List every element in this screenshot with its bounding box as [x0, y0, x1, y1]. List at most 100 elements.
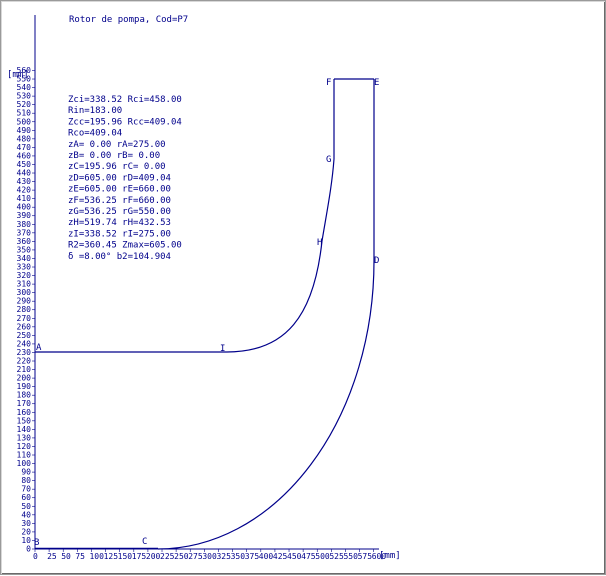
y-tick-label: 390: [17, 211, 32, 220]
y-tick-label: 150: [17, 416, 32, 425]
parameter-line: Zcc=195.96 Rcc=409.04: [68, 117, 182, 127]
y-tick-label: 420: [17, 186, 32, 195]
y-tick-labels: 0102030405060708090100110120130140150160…: [17, 66, 35, 554]
point-label-a: A: [36, 343, 42, 353]
point-label-d: D: [374, 256, 379, 266]
y-tick-label: 200: [17, 374, 32, 383]
x-tick-labels: 0 25 50 75 100 125 150 175 200 225 250 275 300 325 350…: [33, 549, 386, 561]
x-tick-label: 550: [343, 552, 358, 561]
x-tick-label: 525: [329, 552, 344, 561]
y-tick-label: 90: [21, 468, 31, 477]
y-tick-label: 310: [17, 280, 32, 289]
y-tick-label: 170: [17, 399, 32, 408]
x-tick-label: 0: [33, 552, 38, 561]
parameter-line: zA= 0.00 rA=275.00: [68, 140, 166, 150]
point-label-c: C: [142, 537, 147, 547]
y-tick-label: 320: [17, 271, 32, 280]
x-tick-label: 450: [287, 552, 302, 561]
x-tick-label: 400: [259, 552, 274, 561]
y-tick-label: 500: [17, 117, 32, 126]
y-tick-label: 160: [17, 408, 32, 417]
parameter-line: zI=338.52 rI=275.00: [68, 229, 171, 239]
y-tick-label: 470: [17, 143, 32, 152]
x-tick-label: 225: [160, 552, 175, 561]
rotor-drawing-canvas: Rotor de pompa, Cod=P7 [mm] [mm] 0102030…: [7, 15, 401, 561]
parameter-line: Zci=338.52 Rci=458.00: [68, 95, 182, 105]
y-tick-label: 230: [17, 348, 32, 357]
x-tick-label: 50: [61, 552, 71, 561]
y-tick-label: 370: [17, 228, 32, 237]
point-label-b: B: [34, 538, 39, 548]
y-tick-label: 460: [17, 151, 32, 160]
y-tick-label: 480: [17, 134, 32, 143]
parameter-line: zH=519.74 rH=432.53: [68, 218, 171, 228]
x-tick-label: 350: [231, 552, 246, 561]
parameter-line: zB= 0.00 rB= 0.00: [68, 151, 160, 161]
y-tick-label: 530: [17, 92, 32, 101]
parameter-line: zC=195.96 rC= 0.00: [68, 162, 166, 172]
parameter-line: zD=605.00 rD=409.04: [68, 173, 171, 183]
y-tick-label: 270: [17, 314, 32, 323]
y-tick-label: 280: [17, 305, 32, 314]
y-tick-label: 240: [17, 339, 32, 348]
y-tick-label: 40: [21, 510, 31, 519]
y-tick-label: 210: [17, 365, 32, 374]
x-tick-label: 600: [372, 552, 387, 561]
y-tick-label: 110: [17, 451, 32, 460]
y-tick-label: 440: [17, 169, 32, 178]
y-tick-label: 50: [21, 502, 31, 511]
x-tick-label: 500: [315, 552, 330, 561]
y-tick-label: 290: [17, 297, 32, 306]
y-tick-label: 340: [17, 254, 32, 263]
y-tick-label: 100: [17, 459, 32, 468]
inner-arc-h-g: [321, 158, 335, 242]
y-tick-label: 410: [17, 194, 32, 203]
point-label-g: G: [326, 155, 331, 165]
y-tick-label: 250: [17, 331, 32, 340]
y-tick-label: 300: [17, 288, 32, 297]
y-tick-label: 450: [17, 160, 32, 169]
point-label-f: F: [326, 78, 331, 88]
y-tick-label: 20: [21, 527, 31, 536]
y-tick-label: 80: [21, 476, 31, 485]
y-tick-label: 380: [17, 220, 32, 229]
y-tick-label: 60: [21, 493, 31, 502]
x-tick-label: 150: [118, 552, 133, 561]
parameter-line: R2=360.45 Zmax=605.00: [68, 241, 182, 251]
x-tick-label: 325: [216, 552, 231, 561]
x-tick-label: 425: [273, 552, 288, 561]
x-tick-label: 250: [174, 552, 189, 561]
y-tick-label: 430: [17, 177, 32, 186]
y-tick-label: 330: [17, 263, 32, 272]
point-label-i: I: [220, 344, 225, 354]
y-tick-label: 70: [21, 485, 31, 494]
point-label-e: E: [374, 78, 379, 88]
x-tick-label: 375: [245, 552, 260, 561]
parameter-line: zG=536.25 rG=550.00: [68, 207, 171, 217]
y-tick-label: 490: [17, 126, 32, 135]
x-tick-label: 475: [301, 552, 316, 561]
y-tick-label: 140: [17, 425, 32, 434]
y-tick-label: 350: [17, 245, 32, 254]
parameter-line: δ =8.00° b2=104.904: [68, 252, 171, 262]
y-tick-label: 550: [17, 75, 32, 84]
x-tick-label: 575: [358, 552, 373, 561]
y-tick-label: 30: [21, 519, 31, 528]
y-tick-label: 180: [17, 391, 32, 400]
x-tick-label: 100: [89, 552, 104, 561]
x-tick-label: 125: [104, 552, 119, 561]
parameter-line: Rco=409.04: [68, 129, 122, 139]
x-tick-label: 175: [132, 552, 147, 561]
y-tick-label: 120: [17, 442, 32, 451]
drawing-title: Rotor de pompa, Cod=P7: [69, 15, 188, 25]
y-tick-label: 400: [17, 203, 32, 212]
x-tick-label: 300: [202, 552, 217, 561]
y-tick-label: 360: [17, 237, 32, 246]
x-tick-label: 75: [75, 552, 85, 561]
y-tick-label: 560: [17, 66, 32, 75]
x-tick-label: 200: [146, 552, 161, 561]
parameter-line: Rin=183.00: [68, 106, 122, 116]
x-tick-label: 275: [188, 552, 203, 561]
point-label-h: H: [317, 238, 322, 248]
parameter-line: zF=536.25 rF=660.00: [68, 196, 171, 206]
